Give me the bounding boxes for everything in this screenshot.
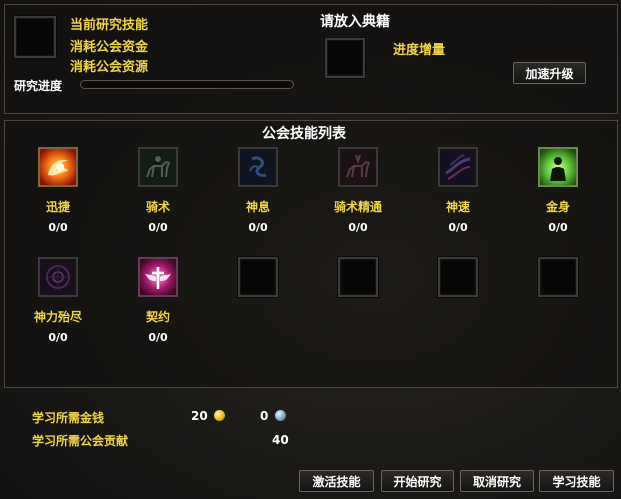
skill-item-swift[interactable]: 迅捷 0/0 bbox=[8, 147, 108, 234]
current-research-label: 当前研究技能 bbox=[70, 18, 149, 33]
speedup-button[interactable]: 加速升级 bbox=[513, 62, 586, 84]
skill-count: 0/0 bbox=[48, 331, 68, 344]
current-skill-slot[interactable] bbox=[14, 16, 56, 58]
skill-count: 0/0 bbox=[148, 331, 168, 344]
divine-speed-icon bbox=[438, 147, 478, 187]
consume-resources-label: 消耗公会资源 bbox=[70, 60, 149, 75]
skill-name: 迅捷 bbox=[45, 200, 70, 214]
money-cost-label: 学习所需金钱 bbox=[32, 411, 105, 425]
contribution-amount: 40 bbox=[272, 433, 289, 447]
golden-body-icon bbox=[538, 147, 578, 187]
skill-count: 0/0 bbox=[248, 221, 268, 234]
cancel-research-button[interactable]: 取消研究 bbox=[460, 470, 534, 492]
activate-skill-button[interactable]: 激活技能 bbox=[299, 470, 374, 492]
empty-skill-slot bbox=[238, 257, 278, 297]
skill-item-divine-speed[interactable]: 神速 0/0 bbox=[408, 147, 508, 234]
power-exhausted-icon bbox=[38, 257, 78, 297]
silver-amount: 0 bbox=[260, 409, 269, 423]
gold-coin-icon bbox=[214, 410, 225, 421]
skill-count: 0/0 bbox=[348, 221, 368, 234]
skill-item-power-exhausted[interactable]: 神力殆尽 0/0 bbox=[8, 257, 108, 344]
divine-breath-icon bbox=[238, 147, 278, 187]
skills-panel-title: 公会技能列表 bbox=[262, 126, 346, 142]
skill-count: 0/0 bbox=[548, 221, 568, 234]
skill-count: 0/0 bbox=[148, 221, 168, 234]
skill-item-riding-mastery[interactable]: 骑术精通 0/0 bbox=[308, 147, 408, 234]
horse-rider-icon bbox=[138, 147, 178, 187]
consume-funds-label: 消耗公会资金 bbox=[70, 40, 149, 55]
start-research-button[interactable]: 开始研究 bbox=[381, 470, 454, 492]
skill-name: 神速 bbox=[445, 200, 470, 214]
empty-skill-slot bbox=[438, 257, 478, 297]
silver-coin-icon bbox=[275, 410, 286, 421]
skill-name: 骑术精通 bbox=[333, 200, 382, 214]
skill-item-riding[interactable]: 骑术 0/0 bbox=[108, 147, 208, 234]
skill-name: 神力殆尽 bbox=[33, 310, 82, 324]
skill-name: 契约 bbox=[145, 310, 170, 324]
skill-item-divine-breath[interactable]: 神息 0/0 bbox=[208, 147, 308, 234]
skill-count: 0/0 bbox=[448, 221, 468, 234]
empty-skill-slot bbox=[538, 257, 578, 297]
skill-name: 金身 bbox=[545, 200, 570, 214]
skill-count: 0/0 bbox=[48, 221, 68, 234]
swift-flame-icon bbox=[38, 147, 78, 187]
skill-item-pact[interactable]: 契约 0/0 bbox=[108, 257, 208, 344]
book-title: 请放入典籍 bbox=[320, 14, 390, 30]
learn-skill-button[interactable]: 学习技能 bbox=[539, 470, 614, 492]
skill-name: 神息 bbox=[245, 200, 270, 214]
contribution-cost-label: 学习所需公会贡献 bbox=[32, 434, 129, 448]
skill-name: 骑术 bbox=[145, 200, 170, 214]
horse-mastery-icon bbox=[338, 147, 378, 187]
progress-increase-label: 进度增量 bbox=[393, 43, 446, 58]
research-progress-label: 研究进度 bbox=[14, 79, 63, 93]
empty-skill-slot bbox=[338, 257, 378, 297]
winged-pact-icon bbox=[138, 257, 178, 297]
book-slot[interactable] bbox=[325, 38, 365, 78]
research-progress-bar bbox=[80, 80, 294, 89]
gold-amount: 20 bbox=[191, 409, 208, 423]
skill-item-golden-body[interactable]: 金身 0/0 bbox=[508, 147, 608, 234]
